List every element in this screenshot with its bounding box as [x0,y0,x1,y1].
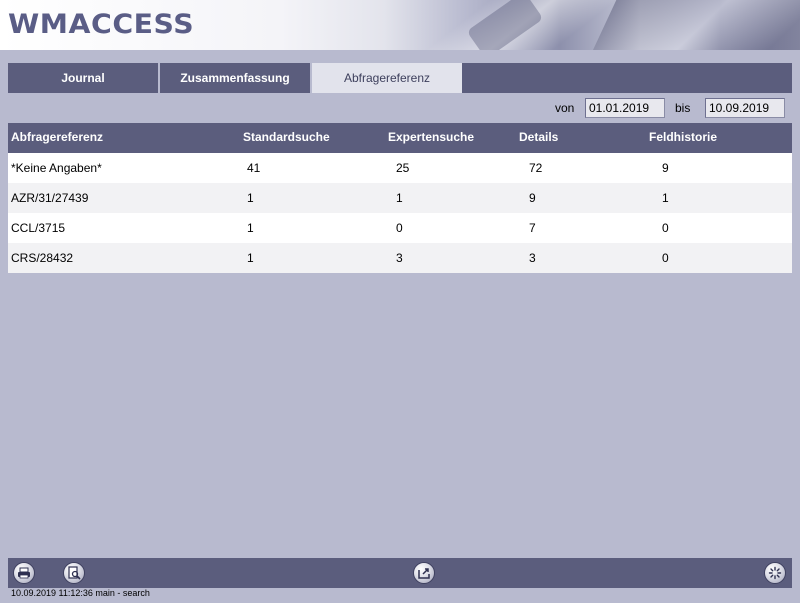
print-preview-icon [68,566,81,580]
table-row[interactable]: CRS/28432 1 3 3 0 [8,243,792,273]
column-header-feldhistorie[interactable]: Feldhistorie [649,123,717,153]
cell-expertensuche: 1 [396,191,403,205]
print-preview-button[interactable] [63,562,85,584]
cell-reference: CRS/28432 [11,251,74,265]
column-header-abfragereferenz[interactable]: Abfragereferenz [11,123,103,153]
loading-spinner-icon [768,566,782,580]
cell-details: 9 [529,191,536,205]
app-header: WMACCESS [0,0,800,50]
cell-reference: *Keine Angaben* [11,161,102,175]
date-to-input[interactable] [705,98,785,118]
column-header-standardsuche[interactable]: Standardsuche [243,123,330,153]
status-bar: 10.09.2019 11:12:36 main - search [11,588,150,598]
tab-bar: Journal Zusammenfassung Abfragereferenz [8,63,792,93]
date-from-input[interactable] [585,98,665,118]
footer-toolbar [8,558,792,588]
app-logo: WMACCESS [8,9,195,40]
print-icon [18,567,30,579]
cell-reference: AZR/31/27439 [11,191,89,205]
cell-feldhistorie: 1 [662,191,669,205]
table-row[interactable]: AZR/31/27439 1 1 9 1 [8,183,792,213]
cell-standardsuche: 41 [247,161,261,175]
cell-standardsuche: 1 [247,221,254,235]
cell-expertensuche: 3 [396,251,403,265]
cell-standardsuche: 1 [247,251,254,265]
query-reference-table: Abfragereferenz Standardsuche Expertensu… [8,123,792,273]
cell-details: 72 [529,161,543,175]
table-row[interactable]: *Keine Angaben* 41 25 72 9 [8,153,792,183]
tab-journal[interactable]: Journal [8,63,160,93]
tab-abfragereferenz[interactable]: Abfragereferenz [312,63,462,93]
cell-expertensuche: 0 [396,221,403,235]
cell-standardsuche: 1 [247,191,254,205]
table-row[interactable]: CCL/3715 1 0 7 0 [8,213,792,243]
cell-feldhistorie: 0 [662,251,669,265]
print-button[interactable] [13,562,35,584]
tab-zusammenfassung[interactable]: Zusammenfassung [160,63,312,93]
cell-details: 3 [529,251,536,265]
header-decoration [579,0,800,50]
export-button[interactable] [413,562,435,584]
date-from-label: von [555,101,575,115]
table-header: Abfragereferenz Standardsuche Expertensu… [8,123,792,153]
cell-details: 7 [529,221,536,235]
loading-spinner-button[interactable] [764,562,786,584]
cell-expertensuche: 25 [396,161,410,175]
cell-feldhistorie: 0 [662,221,669,235]
column-header-expertensuche[interactable]: Expertensuche [388,123,474,153]
cell-reference: CCL/3715 [11,221,66,235]
date-to-label: bis [675,101,691,115]
column-header-details[interactable]: Details [519,123,558,153]
cell-feldhistorie: 9 [662,161,669,175]
export-icon [418,568,430,579]
